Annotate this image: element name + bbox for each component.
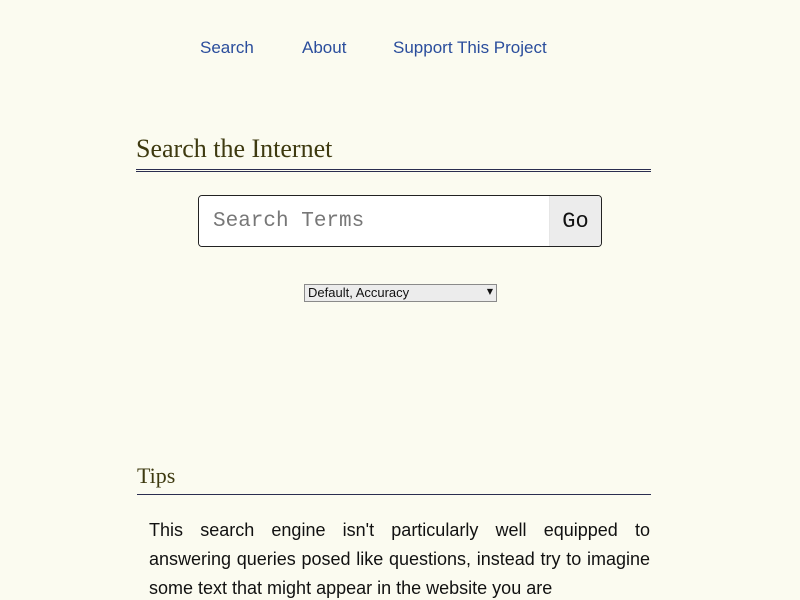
search-form: Go xyxy=(198,195,602,247)
tips-heading: Tips xyxy=(137,463,176,488)
nav-link-about[interactable]: About xyxy=(302,36,346,60)
search-mode-selected-value: Default, Accuracy xyxy=(308,285,410,300)
search-input[interactable] xyxy=(199,196,549,246)
dropdown-arrow-icon: ▼ xyxy=(486,287,493,296)
tips-paragraph: This search engine isn't particularly we… xyxy=(149,520,650,598)
go-button[interactable]: Go xyxy=(549,196,601,246)
nav-link-support[interactable]: Support This Project xyxy=(393,36,547,60)
top-nav: Search About Support This Project xyxy=(0,36,800,60)
search-heading: Search the Internet xyxy=(136,134,333,163)
tips-heading-divider xyxy=(137,494,651,495)
search-heading-divider xyxy=(136,169,651,172)
search-mode-select[interactable]: Default, Accuracy ▼ xyxy=(304,284,497,302)
nav-link-search[interactable]: Search xyxy=(200,36,254,60)
